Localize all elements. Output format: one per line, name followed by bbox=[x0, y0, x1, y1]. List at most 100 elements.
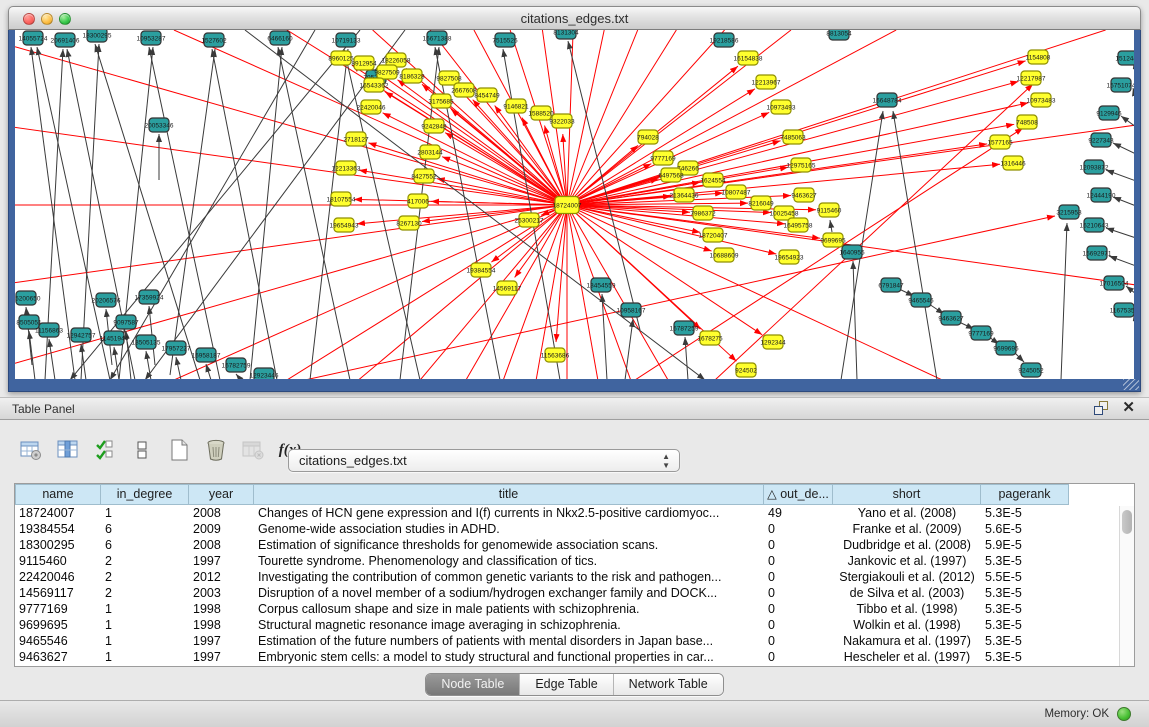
graph-node[interactable]: 924502 bbox=[735, 363, 757, 377]
graph-node[interactable]: 12975165 bbox=[787, 158, 816, 172]
new-column-icon[interactable] bbox=[166, 437, 192, 463]
float-window-icon[interactable] bbox=[1094, 401, 1108, 415]
network-canvas[interactable]: 140557242069140618300295 10953287 1527602 6… bbox=[15, 30, 1134, 379]
graph-node[interactable]: 8186328 bbox=[399, 69, 425, 83]
graph-node[interactable]: 17957227 bbox=[162, 341, 191, 355]
graph-node[interactable]: 20691406 bbox=[51, 33, 80, 47]
graph-node[interactable]: 12213363 bbox=[332, 161, 361, 175]
table-mode-icon[interactable] bbox=[18, 437, 44, 463]
graph-node[interactable]: 16648784 bbox=[873, 93, 902, 107]
graph-node[interactable]: 8912954 bbox=[351, 56, 377, 70]
graph-node[interactable]: 16543362 bbox=[360, 78, 389, 92]
graph-node[interactable]: 15692971 bbox=[1083, 246, 1112, 260]
graph-node[interactable]: 10688609 bbox=[710, 248, 739, 262]
graph-node[interactable]: 18720407 bbox=[699, 228, 728, 242]
graph-node[interactable]: 9146821 bbox=[503, 99, 529, 113]
graph-node[interactable]: 13454559 bbox=[587, 278, 616, 292]
table-row[interactable]: 1456911722003Disruption of a novel membe… bbox=[15, 585, 1134, 601]
graph-node[interactable]: 9227343 bbox=[1088, 133, 1114, 147]
graph-node[interactable]: 18724007 bbox=[553, 197, 582, 214]
graph-node[interactable]: 19654923 bbox=[775, 250, 804, 264]
graph-node[interactable]: 9699695 bbox=[820, 233, 846, 247]
graph-node[interactable]: 8267130 bbox=[396, 216, 422, 230]
graph-node[interactable]: 25200650 bbox=[15, 291, 41, 305]
graph-node[interactable]: 11156863 bbox=[35, 323, 63, 337]
column-header-title[interactable]: title bbox=[254, 484, 764, 505]
graph-node[interactable]: 1154808 bbox=[1026, 50, 1051, 64]
graph-node[interactable]: 16495758 bbox=[784, 218, 813, 232]
graph-node[interactable]: 2803144 bbox=[417, 145, 443, 159]
graph-node[interactable]: 1640955 bbox=[839, 245, 865, 259]
graph-node[interactable]: 12942757 bbox=[67, 328, 96, 342]
column-header-out-de-[interactable]: △ out_de... bbox=[764, 484, 833, 505]
graph-node[interactable]: 9115460 bbox=[817, 203, 842, 217]
graph-node[interactable]: 8813054 bbox=[826, 30, 852, 40]
graph-node[interactable]: 16671388 bbox=[423, 31, 452, 45]
graph-node[interactable]: 21364436 bbox=[670, 188, 699, 202]
graph-node[interactable]: 8960125 bbox=[328, 51, 354, 65]
graph-node[interactable]: 14569117 bbox=[493, 281, 522, 295]
graph-node[interactable]: 9245052 bbox=[1018, 363, 1044, 377]
graph-node[interactable]: 10953287 bbox=[137, 31, 166, 45]
close-panel-icon[interactable]: ✕ bbox=[1122, 401, 1135, 415]
table-row[interactable]: 1938455462009Genome-wide association stu… bbox=[15, 521, 1134, 537]
memory-ok-indicator-icon[interactable] bbox=[1117, 707, 1131, 721]
graph-node[interactable]: 22420046 bbox=[357, 100, 386, 114]
graph-node[interactable]: 7485063 bbox=[780, 130, 806, 144]
citation-network-graph[interactable]: 140557242069140618300295 10953287 1527602 6… bbox=[15, 30, 1134, 379]
graph-node[interactable]: 1527602 bbox=[201, 33, 227, 47]
table-row[interactable]: 977716911998Corpus callosum shape and si… bbox=[15, 601, 1134, 617]
graph-node[interactable]: 6497568 bbox=[658, 168, 684, 182]
graph-node[interactable]: 16782759 bbox=[222, 358, 251, 372]
graph-node[interactable]: 15751074 bbox=[1107, 78, 1134, 92]
graph-node[interactable]: 17359924 bbox=[135, 290, 164, 304]
graph-node[interactable]: 25300217 bbox=[515, 213, 544, 227]
graph-node[interactable]: 16210643 bbox=[1080, 218, 1109, 232]
graph-node[interactable]: 10958167 bbox=[617, 303, 646, 317]
graph-node[interactable]: 18107554 bbox=[327, 192, 356, 206]
graph-node[interactable]: 9463627 bbox=[938, 311, 964, 325]
graph-node[interactable]: 9242848 bbox=[421, 119, 447, 133]
graph-node[interactable]: 9777169 bbox=[968, 326, 994, 340]
graph-node[interactable]: 9699695 bbox=[993, 341, 1019, 355]
graph-node[interactable]: 6791847 bbox=[878, 278, 904, 292]
graph-node[interactable]: 12213967 bbox=[752, 75, 781, 89]
graph-node[interactable]: 1624554 bbox=[700, 173, 726, 187]
graph-node[interactable]: 16958187 bbox=[192, 348, 221, 362]
column-header-in-degree[interactable]: in_degree bbox=[101, 484, 189, 505]
graph-node[interactable]: 8131304 bbox=[553, 30, 579, 39]
graph-node[interactable]: 16154838 bbox=[734, 51, 763, 65]
graph-node[interactable]: 17016504 bbox=[1100, 276, 1129, 290]
graph-node[interactable]: 14055724 bbox=[19, 31, 48, 45]
graph-node[interactable]: 20053346 bbox=[145, 118, 174, 132]
table-row[interactable]: 969969511998Structural magnetic resonanc… bbox=[15, 617, 1134, 633]
graph-node[interactable]: 18300295 bbox=[83, 30, 112, 42]
graph-node[interactable]: 1512449 bbox=[1115, 51, 1134, 65]
network-window-titlebar[interactable]: citations_edges.txt bbox=[8, 6, 1141, 30]
graph-node[interactable]: 10973483 bbox=[1027, 93, 1056, 107]
tab-network-table[interactable]: Network Table bbox=[613, 674, 723, 695]
graph-node[interactable]: 12923446 bbox=[250, 368, 279, 379]
column-header-short[interactable]: short bbox=[833, 484, 981, 505]
graph-node[interactable]: 3215953 bbox=[1056, 205, 1082, 219]
graph-node[interactable]: 19218586 bbox=[710, 33, 739, 47]
graph-node[interactable]: 10973493 bbox=[767, 100, 796, 114]
graph-node[interactable]: 1292344 bbox=[760, 335, 786, 349]
graph-node[interactable]: 8427552 bbox=[411, 169, 437, 183]
graph-node[interactable]: 9129946 bbox=[1096, 106, 1122, 120]
graph-node[interactable]: 6466160 bbox=[267, 31, 293, 45]
graph-node[interactable]: 11675353 bbox=[1110, 303, 1134, 317]
graph-node[interactable]: 9827509 bbox=[374, 65, 400, 79]
graph-node[interactable]: 9463627 bbox=[791, 188, 817, 202]
graph-node[interactable]: 16787259 bbox=[670, 321, 699, 335]
graph-node[interactable]: 748508 bbox=[1016, 115, 1038, 129]
table-row[interactable]: 1830029562008Estimation of significance … bbox=[15, 537, 1134, 553]
graph-node[interactable]: 12217987 bbox=[1017, 71, 1046, 85]
graph-node[interactable]: 9465546 bbox=[908, 293, 934, 307]
graph-node[interactable]: 19384554 bbox=[467, 263, 496, 277]
column-header-year[interactable]: year bbox=[189, 484, 254, 505]
graph-node[interactable]: 3175685 bbox=[428, 94, 454, 108]
graph-node[interactable]: 1316446 bbox=[1000, 156, 1026, 170]
graph-node[interactable]: 9777169 bbox=[650, 151, 676, 165]
window-resize-grip[interactable] bbox=[1123, 379, 1139, 390]
